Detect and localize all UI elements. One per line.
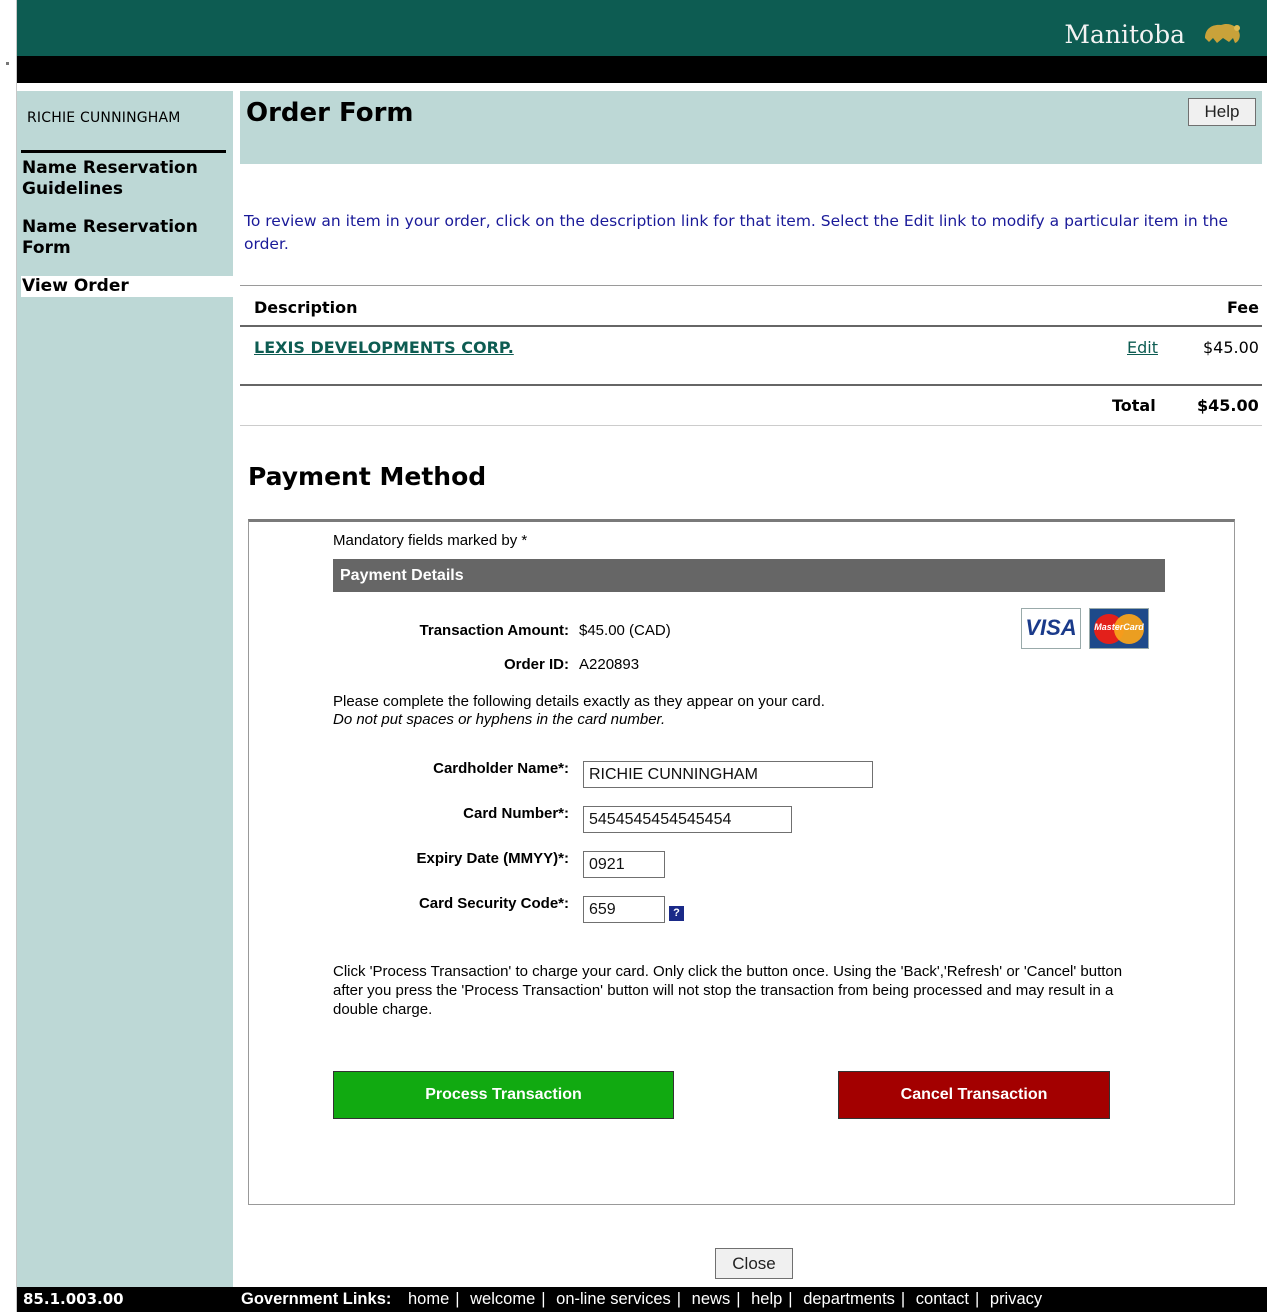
total-label: Total: [1112, 396, 1156, 415]
link-separator: |: [975, 1290, 980, 1308]
sidebar-divider: [21, 150, 226, 153]
help-button[interactable]: Help: [1188, 98, 1256, 126]
payment-details-header: Payment Details: [333, 559, 1165, 592]
black-strip: [17, 56, 1267, 83]
government-links: Government Links: home | welcome | on-line…: [241, 1287, 1042, 1312]
order-instructions: To review an item in your order, click o…: [244, 212, 1229, 253]
close-button[interactable]: Close: [715, 1248, 793, 1279]
footer-link-contact[interactable]: contact: [916, 1290, 969, 1308]
card-instructions: Please complete the following details ex…: [333, 693, 825, 729]
sidebar: RICHIE CUNNINGHAM Name Reservation Guide…: [17, 91, 233, 1287]
cardholder-name-input[interactable]: [583, 761, 873, 788]
table-header-rule: [240, 325, 1262, 327]
version-number: 85.1.003.00: [23, 1290, 124, 1308]
column-header-description: Description: [254, 298, 358, 317]
link-separator: |: [541, 1290, 546, 1308]
order-id-value: A220893: [579, 656, 640, 673]
link-separator: |: [788, 1290, 793, 1308]
security-code-input[interactable]: [583, 896, 665, 923]
link-separator: |: [736, 1290, 741, 1308]
footer-link-help[interactable]: help: [751, 1290, 782, 1308]
card-number-label: Card Number*:: [463, 805, 569, 822]
footer-link-welcome[interactable]: welcome: [470, 1290, 535, 1308]
edge-marker: [6, 62, 9, 65]
payment-method-title: Payment Method: [248, 462, 487, 491]
government-links-label: Government Links:: [241, 1290, 392, 1308]
double-charge-warning: Click 'Process Transaction' to charge yo…: [333, 963, 1123, 1018]
user-name: RICHIE CUNNINGHAM: [27, 110, 181, 126]
table-body-rule: [240, 384, 1262, 386]
transaction-amount-value: $45.00 (CAD): [579, 622, 671, 639]
footer: 85.1.003.00 Government Links: home | welc…: [17, 1287, 1267, 1312]
sidebar-item-guidelines[interactable]: Name Reservation Guidelines: [21, 158, 233, 200]
table-bottom-rule: [240, 425, 1262, 426]
expiry-date-input[interactable]: [583, 851, 665, 878]
table-top-rule: [240, 285, 1262, 286]
card-number-input[interactable]: [583, 806, 792, 833]
security-code-help-icon[interactable]: ?: [669, 906, 684, 921]
cancel-transaction-button[interactable]: Cancel Transaction: [838, 1071, 1110, 1119]
footer-link-news[interactable]: news: [692, 1290, 731, 1308]
browser-left-edge: [0, 0, 17, 1312]
order-item-link[interactable]: LEXIS DEVELOPMENTS CORP.: [254, 338, 514, 357]
sidebar-item-reservation-form[interactable]: Name Reservation Form: [21, 217, 233, 259]
page-header: Order Form Help: [240, 91, 1262, 164]
manitoba-wordmark: Manitoba: [1064, 20, 1185, 49]
card-instructions-line1: Please complete the following details ex…: [333, 693, 825, 710]
footer-link-departments[interactable]: departments: [803, 1290, 895, 1308]
link-separator: |: [900, 1290, 906, 1308]
column-header-fee: Fee: [1227, 298, 1259, 317]
mastercard-logo: MasterCard: [1089, 608, 1149, 649]
page-title: Order Form: [246, 98, 414, 128]
sidebar-item-view-order[interactable]: View Order: [21, 276, 233, 297]
footer-link-home[interactable]: home: [408, 1290, 449, 1308]
expiry-date-label: Expiry Date (MMYY)*:: [416, 850, 569, 867]
card-instructions-line2: Do not put spaces or hyphens in the card…: [333, 711, 666, 728]
visa-logo: VISA: [1021, 608, 1081, 649]
top-banner: Manitoba: [17, 0, 1267, 56]
transaction-amount-label: Transaction Amount:: [419, 622, 569, 639]
order-id-label: Order ID:: [503, 656, 569, 673]
security-code-label: Card Security Code*:: [418, 895, 569, 912]
mastercard-wordmark: MasterCard: [1094, 622, 1144, 632]
process-transaction-button[interactable]: Process Transaction: [333, 1071, 674, 1119]
footer-link-online-services[interactable]: on-line services: [556, 1290, 671, 1308]
cardholder-name-label: Cardholder Name*:: [433, 760, 569, 777]
order-item-fee: $45.00: [1203, 338, 1259, 357]
total-value: $45.00: [1197, 396, 1259, 415]
bison-logo-icon: [1205, 23, 1240, 43]
link-separator: |: [676, 1290, 682, 1308]
edit-link[interactable]: Edit: [1127, 338, 1158, 357]
payment-panel: Mandatory fields marked by * Payment Det…: [248, 519, 1235, 1205]
mandatory-note: Mandatory fields marked by *: [333, 532, 528, 549]
link-separator: |: [455, 1290, 460, 1308]
footer-link-privacy[interactable]: privacy: [990, 1290, 1042, 1308]
